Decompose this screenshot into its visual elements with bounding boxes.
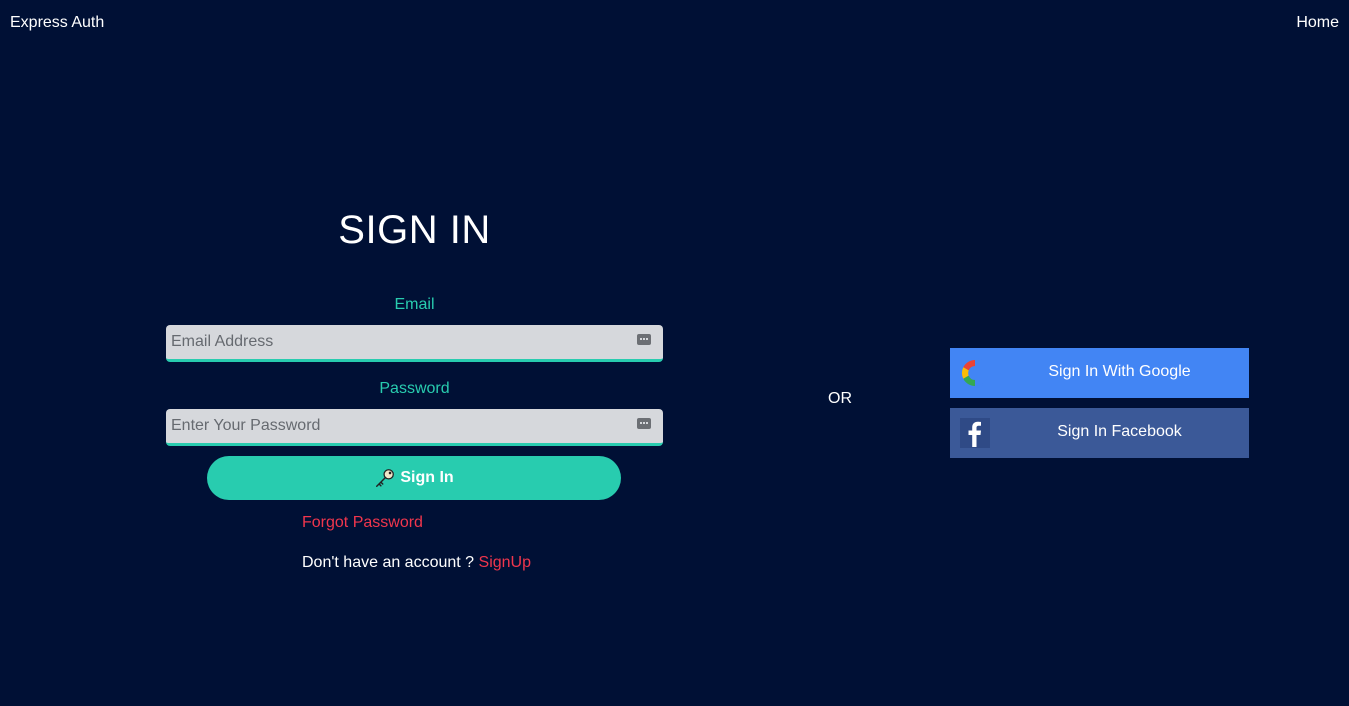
signup-link[interactable]: SignUp [479, 554, 531, 571]
nav-home-link[interactable]: Home [1296, 14, 1339, 32]
brand-link[interactable]: Express Auth [10, 14, 104, 32]
page-title: SIGN IN [338, 208, 491, 252]
autofill-icon[interactable] [637, 334, 651, 345]
signup-prompt: Don't have an account ? SignUp [302, 554, 531, 572]
google-sign-in-button[interactable]: Sign In With Google [950, 348, 1249, 398]
no-account-text: Don't have an account ? [302, 554, 479, 571]
google-g-icon [960, 358, 990, 388]
facebook-button-label: Sign In Facebook [1057, 423, 1182, 440]
email-label: Email [394, 296, 435, 313]
facebook-f-icon [960, 418, 990, 448]
autofill-icon[interactable] [637, 418, 651, 429]
password-field-wrapper [166, 409, 663, 446]
email-field-wrapper [166, 325, 663, 362]
password-label: Password [379, 380, 450, 397]
sign-in-button[interactable]: Sign In [207, 456, 621, 500]
google-button-label: Sign In With Google [1048, 363, 1191, 380]
email-input[interactable] [166, 325, 626, 359]
forgot-password-link[interactable]: Forgot Password [302, 514, 423, 532]
key-icon [376, 469, 395, 487]
navbar: Express Auth Home [0, 0, 1349, 48]
facebook-sign-in-button[interactable]: Sign In Facebook [950, 408, 1249, 458]
or-divider: OR [828, 390, 852, 407]
sign-in-button-label: Sign In [400, 469, 454, 486]
password-input[interactable] [166, 409, 626, 443]
